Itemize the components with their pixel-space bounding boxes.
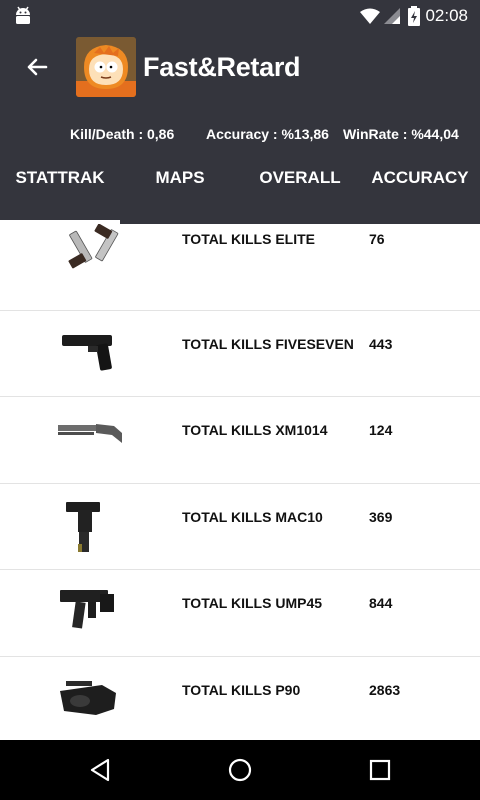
tab-stattrak[interactable]: STATTRAK bbox=[0, 160, 120, 224]
list-item[interactable]: TOTAL KILLS P90 2863 bbox=[0, 657, 480, 741]
smg-mac10-icon bbox=[66, 501, 100, 552]
navigation-bar bbox=[0, 740, 480, 800]
weapon-label: TOTAL KILLS XM1014 bbox=[182, 422, 328, 438]
smg-ump45-icon bbox=[60, 590, 114, 629]
android-icon bbox=[16, 6, 30, 24]
avatar bbox=[76, 37, 136, 97]
weapon-label: TOTAL KILLS P90 bbox=[182, 681, 301, 698]
weapon-kills: 369 bbox=[369, 508, 393, 525]
battery-charging-icon bbox=[408, 6, 420, 26]
weapon-kills: 2863 bbox=[369, 681, 401, 698]
tab-accuracy[interactable]: ACCURACY bbox=[360, 160, 480, 224]
weapon-kills: 844 bbox=[369, 595, 393, 611]
arrow-left-icon[interactable] bbox=[18, 50, 54, 86]
list-item[interactable]: TOTAL KILLS XM1014 124 bbox=[0, 397, 480, 484]
tab-bar: STATTRAK MAPS OVERALL ACCURACY bbox=[0, 160, 480, 224]
smg-p90-icon bbox=[60, 680, 116, 715]
home-icon[interactable] bbox=[224, 754, 256, 786]
weapon-label: TOTAL KILLS ELITE bbox=[182, 231, 315, 247]
player-name: Fast&Retard bbox=[143, 52, 301, 82]
recents-icon[interactable] bbox=[364, 754, 396, 786]
kill-death-stat: Kill/Death : 0,86 bbox=[70, 126, 175, 142]
list-item[interactable]: TOTAL KILLS MAC10 369 bbox=[0, 484, 480, 570]
wifi-icon bbox=[360, 8, 380, 24]
dual-pistols-icon bbox=[68, 224, 119, 269]
weapon-label: TOTAL KILLS MAC10 bbox=[182, 508, 323, 525]
accuracy-stat: Accuracy : %13,86 bbox=[206, 126, 329, 142]
shotgun-icon bbox=[58, 424, 122, 443]
tab-maps[interactable]: MAPS bbox=[120, 160, 240, 224]
signal-icon bbox=[384, 8, 400, 24]
weapon-label: TOTAL KILLS FIVESEVEN bbox=[182, 335, 354, 352]
weapon-kills: 76 bbox=[369, 231, 385, 247]
list-item[interactable]: TOTAL KILLS FIVESEVEN 443 bbox=[0, 311, 480, 397]
clock: 02:08 bbox=[425, 6, 468, 25]
app-bar: Fast&Retard Kill/Death : 0,86 Accuracy :… bbox=[0, 32, 480, 224]
weapon-label: TOTAL KILLS UMP45 bbox=[182, 595, 323, 611]
pistol-icon bbox=[62, 334, 112, 371]
back-icon[interactable] bbox=[84, 754, 116, 786]
weapon-list: TOTAL KILLS ELITE 76 TOTAL KILLS FIVESEV… bbox=[0, 224, 480, 740]
weapon-kills: 443 bbox=[369, 335, 393, 352]
winrate-stat: WinRate : %44,04 bbox=[343, 126, 459, 142]
status-bar: 02:08 bbox=[0, 0, 480, 32]
weapon-kills: 124 bbox=[369, 422, 393, 438]
list-item[interactable]: TOTAL KILLS ELITE 76 bbox=[0, 224, 480, 311]
list-item[interactable]: TOTAL KILLS UMP45 844 bbox=[0, 570, 480, 657]
tab-overall[interactable]: OVERALL bbox=[240, 160, 360, 224]
